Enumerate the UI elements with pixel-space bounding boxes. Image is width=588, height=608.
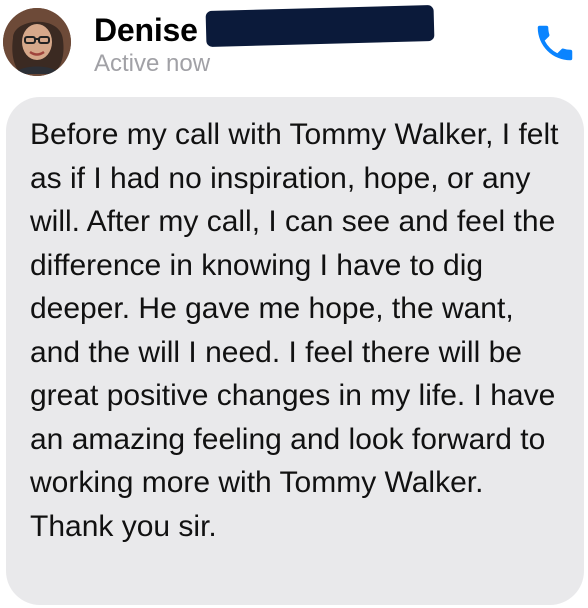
phone-glyph <box>537 25 573 61</box>
message-bubble[interactable]: Before my call with Tommy Walker, I felt… <box>6 97 584 605</box>
contact-name-wrap: Denise <box>94 10 198 50</box>
contact-avatar[interactable] <box>3 8 71 76</box>
chat-header: Denise Active now <box>0 0 588 90</box>
redaction-mark <box>205 5 435 47</box>
profile-photo-icon <box>3 8 71 76</box>
message-text: Before my call with Tommy Walker, I felt… <box>30 118 559 543</box>
phone-icon[interactable] <box>532 20 578 66</box>
active-status: Active now <box>94 50 211 77</box>
contact-name[interactable]: Denise <box>94 12 198 49</box>
